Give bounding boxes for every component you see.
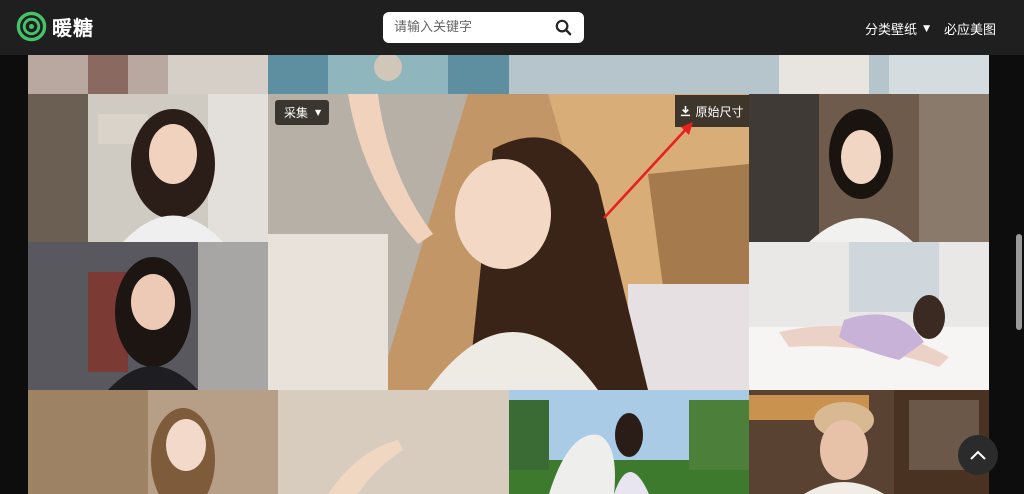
wallpaper-grid: 采集 ▼ 原始尺寸 xyxy=(28,55,989,494)
collect-label: 采集 xyxy=(284,106,309,120)
nav-bing-photos[interactable]: 必应美图 xyxy=(944,19,996,38)
search-box[interactable] xyxy=(383,12,584,43)
original-size-button[interactable]: 原始尺寸 xyxy=(675,95,749,127)
search-icon[interactable] xyxy=(555,19,572,36)
wallpaper-thumbnail[interactable] xyxy=(28,94,268,242)
nav-links: 分类壁纸 ▼ 必应美图 xyxy=(865,19,996,38)
caret-down-icon: ▼ xyxy=(923,23,930,34)
page-scrollbar[interactable] xyxy=(1016,234,1022,330)
collect-button[interactable]: 采集 ▼ xyxy=(275,100,330,125)
caret-down-icon: ▼ xyxy=(315,108,322,117)
wallpaper-thumbnail[interactable] xyxy=(749,242,989,390)
wallpaper-thumbnail[interactable] xyxy=(749,390,989,494)
logo-text: 暖糖 xyxy=(52,16,94,40)
swirl-logo-icon xyxy=(16,11,47,42)
download-icon xyxy=(681,105,691,117)
featured-wallpaper[interactable] xyxy=(268,94,749,390)
wallpaper-thumbnail[interactable] xyxy=(268,55,509,94)
wallpaper-thumbnail[interactable] xyxy=(509,55,989,94)
wallpaper-thumbnail[interactable] xyxy=(28,390,509,494)
wallpaper-thumbnail[interactable] xyxy=(509,390,749,494)
nav-bing-label: 必应美图 xyxy=(943,23,996,38)
wallpaper-thumbnail[interactable] xyxy=(749,94,989,242)
search-input[interactable] xyxy=(394,20,554,35)
chevron-up-icon xyxy=(970,450,986,460)
top-navbar: 暖糖 分类壁纸 ▼ 必应美图 xyxy=(0,0,1024,55)
wallpaper-thumbnail[interactable] xyxy=(28,242,268,390)
back-to-top-button[interactable] xyxy=(958,435,998,475)
site-logo[interactable]: 暖糖 xyxy=(16,11,94,42)
wallpaper-thumbnail[interactable] xyxy=(28,55,268,94)
nav-category-wallpapers[interactable]: 分类壁纸 ▼ xyxy=(865,19,930,38)
nav-category-label: 分类壁纸 xyxy=(865,23,918,38)
original-size-label: 原始尺寸 xyxy=(695,104,744,119)
